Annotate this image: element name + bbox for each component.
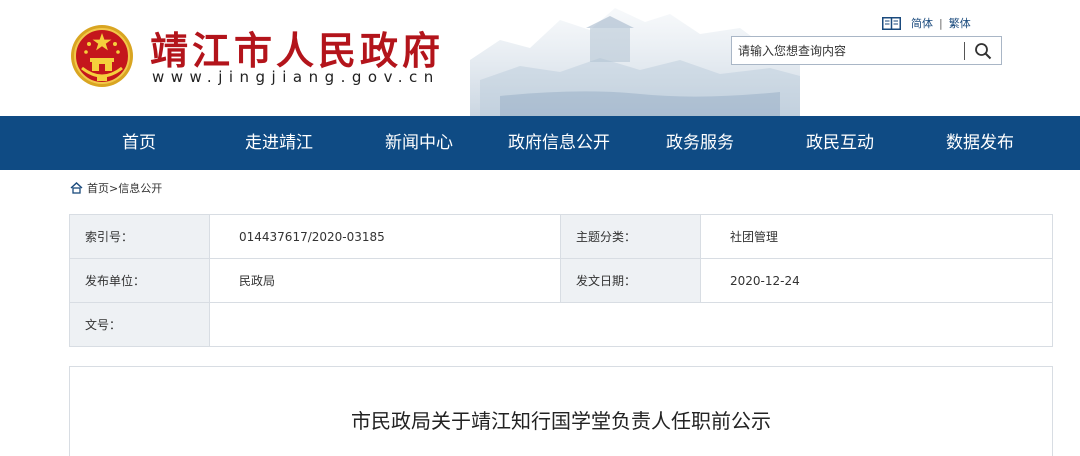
nav-item-about-jingjiang[interactable]: 走进靖江 [245, 116, 313, 170]
language-switch: 简体 | 繁体 [882, 15, 971, 31]
topic-category-label: 主题分类： [560, 214, 701, 259]
article-panel: 市民政局关于靖江知行国学堂负责人任职前公示 [69, 366, 1053, 456]
site-title: 靖江市人民政府 [150, 28, 445, 73]
nav-item-gov-info-disclosure[interactable]: 政府信息公开 [508, 116, 610, 170]
site-url: www.jingjiang.gov.cn [152, 68, 440, 86]
index-number-value: 014437617/2020-03185 [209, 214, 561, 259]
lang-simplified-link[interactable]: 简体 [911, 15, 933, 31]
search-box [731, 36, 1002, 65]
publisher-value: 民政局 [209, 258, 561, 303]
lang-separator: | [939, 16, 943, 30]
publisher-label: 发布单位： [69, 258, 210, 303]
lang-traditional-link[interactable]: 繁体 [949, 15, 971, 31]
breadcrumb: 首页 > 信息公开 [70, 180, 162, 196]
article-title: 市民政局关于靖江知行国学堂负责人任职前公示 [351, 409, 771, 433]
document-number-label: 文号： [69, 302, 210, 347]
index-number-label: 索引号： [69, 214, 210, 259]
issue-date-label: 发文日期： [560, 258, 701, 303]
nav-item-public-interaction[interactable]: 政民互动 [806, 116, 874, 170]
meta-row: 索引号： 014437617/2020-03185 主题分类： 社团管理 [69, 214, 1053, 259]
search-button[interactable] [965, 37, 1001, 64]
breadcrumb-home-link[interactable]: 首页 [87, 180, 109, 196]
meta-row: 发布单位： 民政局 发文日期： 2020-12-24 [69, 258, 1053, 303]
breadcrumb-current-link[interactable]: 信息公开 [118, 180, 162, 196]
book-icon [882, 16, 901, 30]
breadcrumb-separator: > [109, 181, 119, 195]
search-icon [975, 42, 992, 59]
home-icon [70, 182, 83, 194]
issue-date-value: 2020-12-24 [700, 258, 1053, 303]
site-header: 靖江市人民政府 www.jingjiang.gov.cn 简体 | 繁体 [0, 0, 1080, 116]
nav-item-news-center[interactable]: 新闻中心 [385, 116, 453, 170]
national-emblem-icon [71, 25, 133, 87]
nav-item-home[interactable]: 首页 [122, 116, 156, 170]
search-input[interactable] [732, 37, 964, 64]
document-meta-table: 索引号： 014437617/2020-03185 主题分类： 社团管理 发布单… [69, 214, 1053, 347]
nav-item-gov-services[interactable]: 政务服务 [666, 116, 734, 170]
nav-item-data-release[interactable]: 数据发布 [946, 116, 1014, 170]
topic-category-value: 社团管理 [700, 214, 1053, 259]
meta-row: 文号： [69, 302, 1053, 347]
document-number-value [209, 302, 1053, 347]
